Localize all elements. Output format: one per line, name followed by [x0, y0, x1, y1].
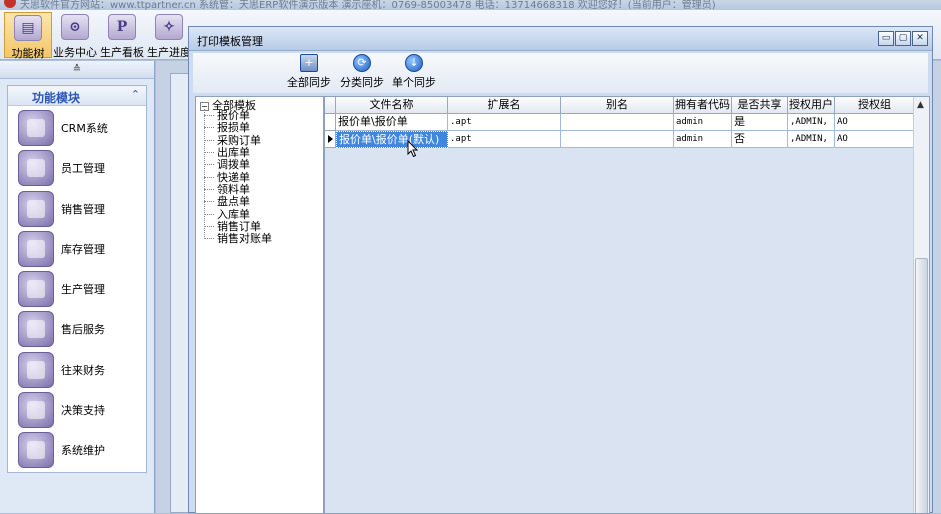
decision-icon — [18, 392, 54, 428]
toolbar-function-tree-button[interactable]: ▤ 功能树 — [4, 12, 52, 60]
cell-users[interactable]: ,ADMIN, — [788, 114, 835, 131]
sales-icon — [18, 191, 54, 227]
cell-alias[interactable] — [561, 114, 674, 131]
module-employee[interactable]: 员工管理 — [18, 148, 143, 188]
toolbar-production-board-button[interactable]: P 生产看板 — [98, 12, 146, 59]
production-progress-icon: ✧ — [155, 14, 183, 40]
toolbar-label: 生产看板 — [100, 46, 144, 59]
cell-extension[interactable]: .apt — [448, 114, 561, 131]
panel-title: 功能模块 — [32, 91, 81, 105]
panel-header[interactable]: 功能模块 ⌃ — [8, 86, 146, 106]
row-indicator[interactable] — [325, 114, 336, 131]
tree-icon: ▤ — [14, 15, 42, 41]
cell-shared[interactable]: 是 — [732, 114, 788, 131]
cell-file-name[interactable]: 报价单\报价单(默认) — [336, 131, 448, 148]
toolbar-label: 功能树 — [11, 47, 45, 60]
folder-sync-icon: + — [300, 54, 318, 72]
chevron-up-icon[interactable]: ⌃ — [131, 88, 140, 101]
dialog-title: 打印模板管理 — [197, 35, 263, 48]
module-label: 系统维护 — [61, 444, 105, 457]
production-board-icon: P — [108, 14, 136, 40]
cell-users[interactable]: ,ADMIN, — [788, 131, 835, 148]
close-button[interactable]: ✕ — [912, 31, 928, 46]
toolbar-production-progress-button[interactable]: ✧ 生产进度 — [145, 12, 193, 59]
cell-group[interactable]: AO — [835, 131, 915, 148]
single-sync-button[interactable]: ↓ 单个同步 — [392, 54, 436, 92]
dialog-toolbar: + 全部同步 ⟳ 分类同步 ↓ 单个同步 — [193, 53, 928, 93]
app-title-text: 天思软件官方网站：www.ttpartner.cn 系统管：天思ERP软件演示版… — [20, 0, 716, 10]
cell-shared[interactable]: 否 — [732, 131, 788, 148]
module-label: 决策支持 — [61, 404, 105, 417]
scroll-thumb[interactable] — [915, 258, 928, 513]
template-tree: − 全部模板 报价单 报损单 采购订单 出库单 调拨单 快递单 领料单 盘点单 入… — [195, 96, 324, 514]
column-header[interactable]: 是否共享 — [732, 97, 788, 114]
dialog-title-bar[interactable]: 打印模板管理 ▭ ▢ ✕ — [189, 27, 932, 51]
cell-owner[interactable]: admin — [674, 131, 732, 148]
module-label: 生产管理 — [61, 283, 105, 296]
sidebar: ≙ 功能模块 ⌃ CRM系统 员工管理 销售管理 库存管理 生产管理 售后服务 — [0, 61, 155, 513]
template-grid: 文件名称 扩展名 别名 拥有者代码 是否共享 授权用户 授权组 报价单\报价单 … — [324, 96, 930, 514]
download-icon: ↓ — [405, 54, 423, 72]
module-label: CRM系统 — [61, 122, 108, 135]
sidebar-collapse-toggle[interactable]: ≙ — [0, 61, 154, 79]
refresh-icon: ⟳ — [353, 54, 371, 72]
all-sync-button[interactable]: + 全部同步 — [287, 54, 331, 92]
toolbar-label: 生产进度 — [147, 46, 191, 59]
inventory-icon — [18, 231, 54, 267]
module-sales[interactable]: 销售管理 — [18, 189, 143, 229]
grid-vertical-scrollbar[interactable]: ▲ — [913, 97, 929, 513]
maximize-button[interactable]: ▢ — [895, 31, 911, 46]
module-after-sales[interactable]: 售后服务 — [18, 309, 143, 349]
toolbar-business-center-button[interactable]: ⊙ 业务中心 — [51, 12, 99, 59]
category-sync-button[interactable]: ⟳ 分类同步 — [340, 54, 384, 92]
after-sales-icon — [18, 311, 54, 347]
module-system-maintenance[interactable]: 系统维护 — [18, 430, 143, 470]
column-header[interactable]: 授权组 — [835, 97, 915, 114]
finance-icon — [18, 352, 54, 388]
cell-alias[interactable] — [561, 131, 674, 148]
module-label: 员工管理 — [61, 162, 105, 175]
row-indicator[interactable] — [325, 131, 336, 148]
crm-icon — [18, 110, 54, 146]
all-sync-label: 全部同步 — [287, 76, 331, 89]
column-header[interactable]: 授权用户 — [788, 97, 835, 114]
module-inventory[interactable]: 库存管理 — [18, 229, 143, 269]
business-center-icon: ⊙ — [61, 14, 89, 40]
module-production[interactable]: 生产管理 — [18, 269, 143, 309]
module-label: 往来财务 — [61, 364, 105, 377]
column-header[interactable]: 文件名称 — [336, 97, 448, 114]
module-label: 销售管理 — [61, 203, 105, 216]
scroll-up-icon[interactable]: ▲ — [917, 100, 924, 110]
category-sync-label: 分类同步 — [340, 76, 384, 89]
cell-file-name[interactable]: 报价单\报价单 — [336, 114, 448, 131]
print-template-dialog: 打印模板管理 ▭ ▢ ✕ + 全部同步 ⟳ 分类同步 ↓ 单个同步 − 全部模板 … — [188, 26, 933, 514]
single-sync-label: 单个同步 — [392, 76, 436, 89]
app-logo-icon — [4, 0, 16, 8]
function-module-panel: 功能模块 ⌃ CRM系统 员工管理 销售管理 库存管理 生产管理 售后服务 往来… — [7, 85, 147, 473]
employee-icon — [18, 150, 54, 186]
app-title-strip: 天思软件官方网站：www.ttpartner.cn 系统管：天思ERP软件演示版… — [0, 0, 941, 10]
column-header[interactable]: 扩展名 — [448, 97, 561, 114]
module-label: 售后服务 — [61, 323, 105, 336]
minimize-button[interactable]: ▭ — [878, 31, 894, 46]
cell-extension[interactable]: .apt — [448, 131, 561, 148]
column-header[interactable]: 拥有者代码 — [674, 97, 732, 114]
toolbar-label: 业务中心 — [53, 46, 97, 59]
module-crm[interactable]: CRM系统 — [18, 108, 143, 148]
cell-group[interactable]: AO — [835, 114, 915, 131]
cell-owner[interactable]: admin — [674, 114, 732, 131]
grid-corner[interactable] — [325, 97, 336, 114]
current-row-icon — [328, 135, 333, 143]
column-header[interactable]: 别名 — [561, 97, 674, 114]
module-decision[interactable]: 决策支持 — [18, 390, 143, 430]
tree-item[interactable]: 销售对账单 — [204, 230, 272, 246]
gear-icon — [18, 432, 54, 468]
module-finance[interactable]: 往来财务 — [18, 350, 143, 390]
production-icon — [18, 271, 54, 307]
module-label: 库存管理 — [61, 243, 105, 256]
